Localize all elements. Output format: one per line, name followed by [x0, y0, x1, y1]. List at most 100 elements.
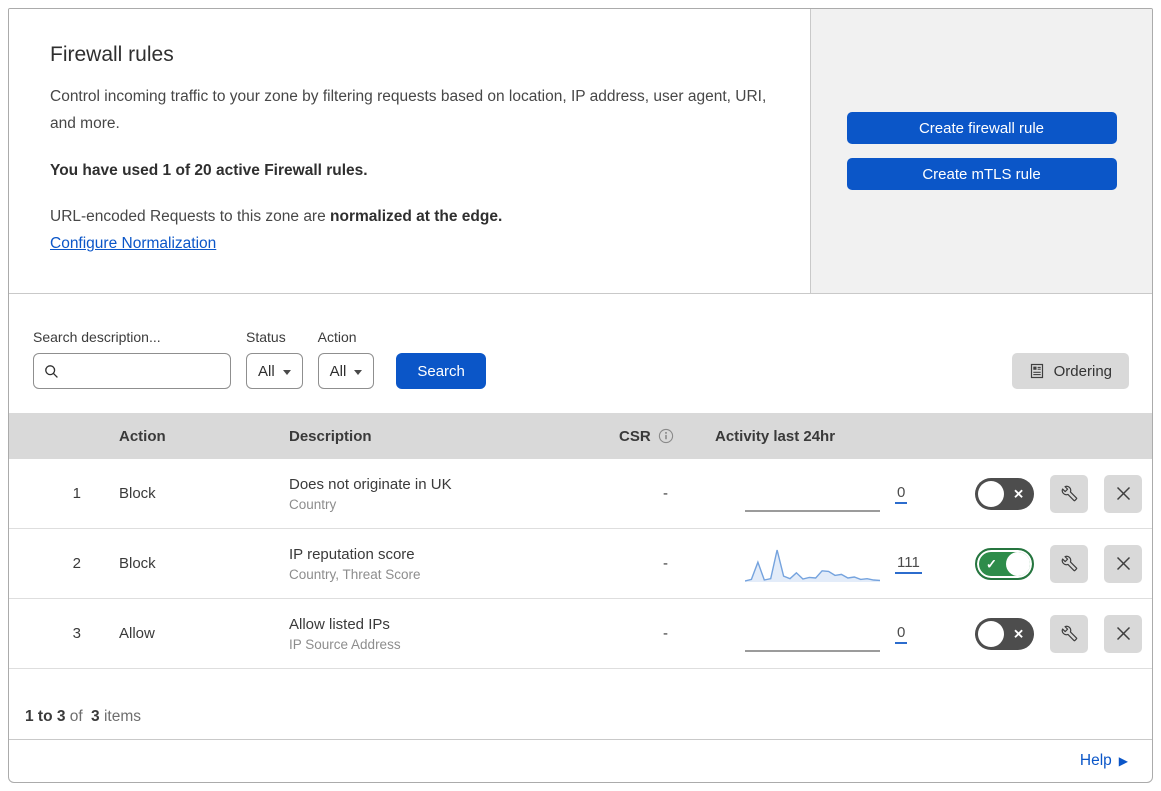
- activity-count-link[interactable]: 0: [895, 484, 908, 504]
- search-input[interactable]: [67, 362, 220, 380]
- ordering-list-icon: [1030, 363, 1043, 379]
- rule-activity-cell: 111: [707, 544, 937, 584]
- table-row: 1 Block Does not originate in UK Country…: [9, 459, 1152, 529]
- description-column-header: Description: [289, 427, 372, 445]
- activity-count-link[interactable]: 0: [895, 624, 908, 644]
- rule-controls: ✓ ✕: [937, 614, 1152, 653]
- rule-description-cell: Allow listed IPs IP Source Address: [289, 616, 597, 652]
- rule-description-cell: Does not originate in UK Country: [289, 476, 597, 512]
- rule-description: Allow listed IPs: [289, 615, 390, 633]
- ordering-button-label: Ordering: [1053, 362, 1112, 380]
- pagination-items: items: [103, 708, 142, 725]
- page-description: Control incoming traffic to your zone by…: [50, 88, 767, 132]
- chevron-down-icon: [282, 369, 291, 375]
- delete-rule-button[interactable]: [1104, 544, 1142, 583]
- configure-normalization-link[interactable]: Configure Normalization: [50, 235, 216, 252]
- actions-panel: Create firewall rule Create mTLS rule: [810, 9, 1152, 293]
- search-label: Search description...: [33, 329, 161, 345]
- page-title: Firewall rules: [50, 43, 174, 66]
- search-input-box[interactable]: [33, 353, 231, 389]
- normalization-notice: URL-encoded Requests to this zone are no…: [50, 208, 770, 226]
- intro-text-block: Firewall rules Control incoming traffic …: [9, 9, 810, 293]
- create-firewall-rule-button[interactable]: Create firewall rule: [846, 112, 1117, 144]
- edit-rule-button[interactable]: [1050, 614, 1088, 653]
- rule-csr-value: -: [663, 485, 668, 502]
- pagination-total: 3: [91, 708, 100, 725]
- rule-controls: ✓ ✕: [937, 474, 1152, 513]
- activity-column-header: Activity last 24hr: [715, 427, 836, 445]
- action-label: Action: [317, 329, 357, 345]
- help-link-label: Help: [1079, 752, 1112, 769]
- close-icon: [1116, 556, 1130, 571]
- edit-rule-button[interactable]: [1050, 544, 1088, 583]
- rule-enabled-toggle[interactable]: ✓ ✕: [975, 617, 1034, 650]
- action-dropdown-value: All: [329, 362, 347, 380]
- check-icon: ✓: [986, 556, 997, 571]
- status-filter-group: Status All: [246, 329, 303, 389]
- activity-sparkline: [744, 544, 881, 584]
- search-icon: [45, 364, 58, 378]
- activity-sparkline: [745, 614, 880, 654]
- status-dropdown-value: All: [258, 362, 275, 380]
- rule-fields: IP Source Address: [289, 636, 401, 652]
- rule-priority: 2: [72, 555, 81, 572]
- table-row: 3 Allow Allow listed IPs IP Source Addre…: [9, 599, 1152, 669]
- rule-priority: 1: [72, 485, 81, 502]
- rule-enabled-toggle[interactable]: ✓ ✕: [975, 547, 1034, 580]
- rule-enabled-toggle[interactable]: ✓ ✕: [975, 477, 1034, 510]
- rule-description-cell: IP reputation score Country, Threat Scor…: [289, 546, 597, 582]
- rule-controls: ✓ ✕: [937, 544, 1152, 583]
- csr-column-header: CSR: [597, 428, 707, 445]
- wrench-icon: [1061, 555, 1077, 572]
- rule-action: Block: [119, 485, 156, 502]
- rule-description: Does not originate in UK: [289, 475, 452, 493]
- x-icon: ✕: [1013, 626, 1024, 641]
- rule-activity-cell: 0: [707, 474, 937, 514]
- table-row: 2 Block IP reputation score Country, Thr…: [9, 529, 1152, 599]
- delete-rule-button[interactable]: [1104, 474, 1142, 513]
- x-icon: ✕: [1013, 486, 1024, 501]
- rule-csr-value: -: [663, 625, 668, 642]
- csr-column-label: CSR: [619, 427, 651, 445]
- wrench-icon: [1061, 625, 1077, 642]
- info-icon[interactable]: [658, 428, 674, 444]
- intro-section: Firewall rules Control incoming traffic …: [9, 9, 1152, 294]
- normalization-bold: normalized at the edge.: [330, 208, 503, 226]
- toggle-knob: [1006, 551, 1030, 576]
- filter-bar: Search description... Status All Action …: [9, 294, 1152, 413]
- table-header: Action Description CSR Activity last 24h…: [9, 413, 1152, 459]
- close-icon: [1116, 486, 1130, 501]
- ordering-button[interactable]: Ordering: [1011, 353, 1129, 389]
- toggle-knob: [978, 480, 1004, 507]
- action-dropdown[interactable]: All: [317, 353, 375, 389]
- rule-activity-cell: 0: [707, 614, 937, 654]
- activity-sparkline: [745, 474, 880, 514]
- wrench-icon: [1061, 485, 1077, 502]
- usage-notice: You have used 1 of 20 active Firewall ru…: [50, 162, 368, 180]
- activity-count-link[interactable]: 111: [895, 554, 922, 574]
- pagination-range: 1 to 3: [25, 708, 66, 725]
- pagination-of: of: [69, 708, 83, 725]
- chevron-down-icon: [354, 369, 363, 375]
- action-filter-group: Action All: [317, 329, 375, 389]
- status-label: Status: [246, 329, 286, 345]
- arrow-right-icon: ▶: [1118, 754, 1128, 768]
- rule-priority: 3: [72, 625, 81, 642]
- toggle-knob: [978, 620, 1004, 647]
- search-button[interactable]: Search: [396, 353, 486, 389]
- help-bar: Help ▶: [9, 739, 1152, 782]
- status-dropdown[interactable]: All: [246, 353, 303, 389]
- rule-fields: Country: [289, 496, 337, 512]
- zero-activity-line: [745, 509, 880, 512]
- help-link[interactable]: Help ▶: [1080, 752, 1128, 770]
- firewall-rules-panel: Firewall rules Control incoming traffic …: [8, 8, 1153, 783]
- rule-csr-value: -: [663, 555, 668, 572]
- search-field-group: Search description...: [33, 329, 231, 389]
- normalization-prefix: URL-encoded Requests to this zone are: [50, 208, 331, 226]
- zero-activity-line: [745, 649, 880, 652]
- create-mtls-rule-button[interactable]: Create mTLS rule: [846, 158, 1117, 190]
- delete-rule-button[interactable]: [1104, 614, 1142, 653]
- rule-fields: Country, Threat Score: [289, 566, 421, 582]
- close-icon: [1116, 626, 1130, 641]
- edit-rule-button[interactable]: [1050, 474, 1088, 513]
